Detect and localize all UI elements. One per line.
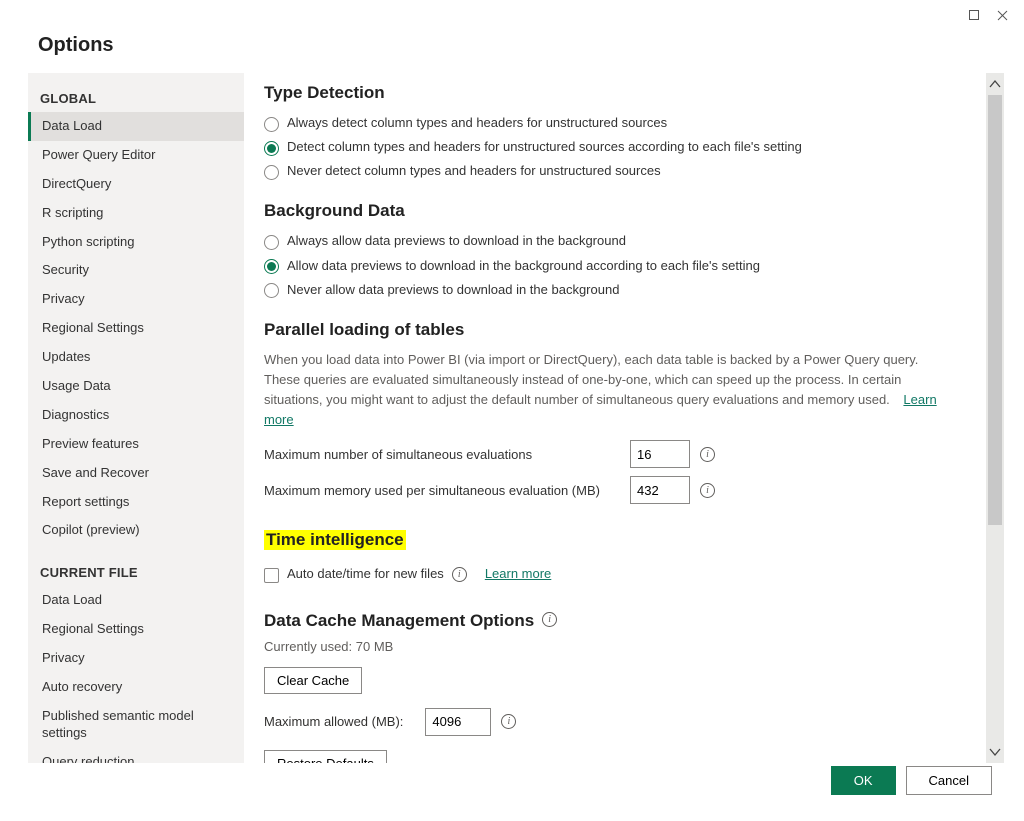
background-data-option-per-file[interactable]: Allow data previews to download in the b… xyxy=(264,256,956,276)
radio-icon xyxy=(264,235,279,250)
section-parallel-loading: Parallel loading of tables When you load… xyxy=(264,320,956,505)
close-button[interactable] xyxy=(988,1,1016,29)
clear-cache-button[interactable]: Clear Cache xyxy=(264,667,362,694)
background-data-option-never[interactable]: Never allow data previews to download in… xyxy=(264,280,956,300)
titlebar xyxy=(0,0,1024,30)
radio-icon xyxy=(264,165,279,180)
cache-max-input[interactable] xyxy=(425,708,491,736)
option-label: Always detect column types and headers f… xyxy=(287,113,667,133)
max-memory-row: Maximum memory used per simultaneous eva… xyxy=(264,476,956,504)
radio-icon xyxy=(264,259,279,274)
sidebar-item-cf-published-semantic-model-settings[interactable]: Published semantic model settings xyxy=(28,702,244,748)
vertical-scrollbar[interactable] xyxy=(984,73,1006,763)
info-icon[interactable]: i xyxy=(501,714,516,729)
main-area: GLOBAL Data Load Power Query Editor Dire… xyxy=(0,73,1024,763)
sidebar-item-save-and-recover[interactable]: Save and Recover xyxy=(28,459,244,488)
info-icon[interactable]: i xyxy=(452,567,467,582)
parallel-loading-description: When you load data into Power BI (via im… xyxy=(264,350,956,431)
sidebar-item-cf-query-reduction[interactable]: Query reduction xyxy=(28,748,244,763)
max-evaluations-row: Maximum number of simultaneous evaluatio… xyxy=(264,440,956,468)
type-detection-option-never[interactable]: Never detect column types and headers fo… xyxy=(264,161,956,181)
sidebar-item-data-load[interactable]: Data Load xyxy=(28,112,244,141)
section-data-cache: Data Cache Management Options i Currentl… xyxy=(264,605,956,763)
info-icon[interactable]: i xyxy=(700,483,715,498)
background-data-heading: Background Data xyxy=(264,201,956,221)
section-background-data: Background Data Always allow data previe… xyxy=(264,201,956,299)
sidebar-heading-current-file: CURRENT FILE xyxy=(28,557,244,586)
option-label: Always allow data previews to download i… xyxy=(287,231,626,251)
auto-date-time-checkbox[interactable] xyxy=(264,568,279,583)
dialog-title: Options xyxy=(0,30,1024,73)
section-time-intelligence: Time intelligence Auto date/time for new… xyxy=(264,524,956,584)
section-type-detection: Type Detection Always detect column type… xyxy=(264,83,956,181)
time-intelligence-heading: Time intelligence xyxy=(264,530,406,550)
sidebar-item-cf-regional-settings[interactable]: Regional Settings xyxy=(28,615,244,644)
info-icon[interactable]: i xyxy=(700,447,715,462)
sidebar-item-regional-settings[interactable]: Regional Settings xyxy=(28,314,244,343)
max-evaluations-label: Maximum number of simultaneous evaluatio… xyxy=(264,447,620,462)
maximize-button[interactable] xyxy=(960,1,988,29)
content: Type Detection Always detect column type… xyxy=(244,73,984,763)
auto-date-time-label: Auto date/time for new files xyxy=(287,564,444,584)
sidebar-item-cf-data-load[interactable]: Data Load xyxy=(28,586,244,615)
sidebar-item-copilot-preview[interactable]: Copilot (preview) xyxy=(28,516,244,545)
background-data-option-always[interactable]: Always allow data previews to download i… xyxy=(264,231,956,251)
sidebar-item-power-query-editor[interactable]: Power Query Editor xyxy=(28,141,244,170)
sidebar-item-usage-data[interactable]: Usage Data xyxy=(28,372,244,401)
option-label: Detect column types and headers for unst… xyxy=(287,137,802,157)
sidebar-item-updates[interactable]: Updates xyxy=(28,343,244,372)
data-cache-heading: Data Cache Management Options xyxy=(264,611,534,631)
radio-icon xyxy=(264,117,279,132)
cache-max-label: Maximum allowed (MB): xyxy=(264,714,403,729)
sidebar-item-directquery[interactable]: DirectQuery xyxy=(28,170,244,199)
ok-button[interactable]: OK xyxy=(831,766,896,795)
content-outer: Type Detection Always detect column type… xyxy=(244,73,1006,763)
cancel-button[interactable]: Cancel xyxy=(906,766,992,795)
restore-defaults-button[interactable]: Restore Defaults xyxy=(264,750,387,763)
auto-date-time-row: Auto date/time for new files i Learn mor… xyxy=(264,564,956,584)
sidebar-item-report-settings[interactable]: Report settings xyxy=(28,488,244,517)
radio-icon xyxy=(264,283,279,298)
scrollbar-thumb[interactable] xyxy=(988,95,1002,525)
sidebar-item-cf-privacy[interactable]: Privacy xyxy=(28,644,244,673)
time-intel-learn-more-link[interactable]: Learn more xyxy=(485,564,551,584)
parallel-loading-heading: Parallel loading of tables xyxy=(264,320,956,340)
option-label: Never allow data previews to download in… xyxy=(287,280,619,300)
sidebar-item-security[interactable]: Security xyxy=(28,256,244,285)
scroll-up-arrow-icon[interactable] xyxy=(984,73,1006,95)
sidebar-item-r-scripting[interactable]: R scripting xyxy=(28,199,244,228)
type-detection-heading: Type Detection xyxy=(264,83,956,103)
type-detection-option-always[interactable]: Always detect column types and headers f… xyxy=(264,113,956,133)
sidebar-item-python-scripting[interactable]: Python scripting xyxy=(28,228,244,257)
sidebar-heading-global: GLOBAL xyxy=(28,83,244,112)
cache-max-row: Maximum allowed (MB): i xyxy=(264,708,956,736)
option-label: Never detect column types and headers fo… xyxy=(287,161,661,181)
info-icon[interactable]: i xyxy=(542,612,557,627)
max-memory-label: Maximum memory used per simultaneous eva… xyxy=(264,483,620,498)
option-label: Allow data previews to download in the b… xyxy=(287,256,760,276)
parallel-desc-text: When you load data into Power BI (via im… xyxy=(264,352,918,407)
type-detection-option-per-file[interactable]: Detect column types and headers for unst… xyxy=(264,137,956,157)
sidebar-item-privacy[interactable]: Privacy xyxy=(28,285,244,314)
sidebar-item-cf-auto-recovery[interactable]: Auto recovery xyxy=(28,673,244,702)
max-memory-input[interactable] xyxy=(630,476,690,504)
sidebar-item-preview-features[interactable]: Preview features xyxy=(28,430,244,459)
sidebar: GLOBAL Data Load Power Query Editor Dire… xyxy=(28,73,244,763)
radio-icon xyxy=(264,141,279,156)
dialog-footer: OK Cancel xyxy=(831,760,992,801)
sidebar-item-diagnostics[interactable]: Diagnostics xyxy=(28,401,244,430)
cache-currently-used: Currently used: 70 MB xyxy=(264,637,956,657)
max-evaluations-input[interactable] xyxy=(630,440,690,468)
